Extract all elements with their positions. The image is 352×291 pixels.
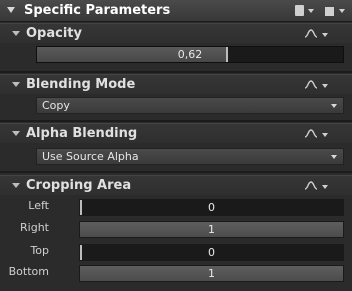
dropdown-arrow-icon[interactable] bbox=[322, 84, 328, 88]
curve-icon[interactable] bbox=[304, 79, 318, 90]
section-title: Blending Mode bbox=[26, 77, 136, 92]
crop-value: 1 bbox=[208, 267, 215, 280]
divider bbox=[0, 71, 352, 73]
crop-label: Top bbox=[30, 244, 49, 257]
panel-title: Specific Parameters bbox=[24, 3, 171, 18]
curve-icon[interactable] bbox=[304, 128, 318, 139]
section-title: Alpha Blending bbox=[26, 126, 138, 141]
alpha-blending-select[interactable]: Use Source Alpha bbox=[36, 148, 344, 165]
crop-label: Left bbox=[28, 199, 49, 212]
curve-icon[interactable] bbox=[304, 180, 318, 191]
section-title: Cropping Area bbox=[26, 178, 132, 193]
cropping-area-header[interactable]: Cropping Area bbox=[0, 175, 352, 195]
collapse-triangle-icon[interactable] bbox=[12, 31, 20, 36]
folder-icon[interactable] bbox=[325, 7, 334, 16]
opacity-header[interactable]: Opacity bbox=[0, 23, 352, 43]
crop-value: 0 bbox=[208, 246, 215, 259]
crop-row-right: Right 1 bbox=[0, 219, 352, 239]
opacity-value: 0,62 bbox=[177, 48, 203, 61]
crop-label: Bottom bbox=[8, 265, 49, 278]
collapse-triangle-icon[interactable] bbox=[12, 82, 20, 87]
alpha-blending-header[interactable]: Alpha Blending bbox=[0, 123, 352, 143]
dropdown-arrow-icon[interactable] bbox=[339, 9, 345, 13]
divider bbox=[0, 171, 352, 173]
crop-row-left: Left 0 bbox=[0, 197, 352, 217]
chevron-down-icon bbox=[331, 155, 337, 159]
collapse-triangle-icon[interactable] bbox=[12, 131, 20, 136]
collapse-triangle-icon[interactable] bbox=[12, 183, 20, 188]
section-title: Opacity bbox=[26, 26, 82, 41]
blending-mode-value: Copy bbox=[42, 99, 70, 112]
crop-value: 0 bbox=[208, 201, 215, 214]
page-icon[interactable] bbox=[295, 5, 304, 16]
dropdown-arrow-icon[interactable] bbox=[322, 133, 328, 137]
blending-mode-header[interactable]: Blending Mode bbox=[0, 74, 352, 94]
alpha-blending-value: Use Source Alpha bbox=[42, 150, 139, 163]
crop-row-bottom: Bottom 1 bbox=[0, 263, 352, 283]
crop-left-field[interactable]: 0 bbox=[79, 199, 344, 216]
crop-bottom-field[interactable]: 1 bbox=[79, 265, 344, 282]
opacity-slider[interactable]: 0,62 bbox=[36, 46, 344, 63]
crop-right-field[interactable]: 1 bbox=[79, 221, 344, 238]
divider bbox=[0, 120, 352, 122]
crop-label: Right bbox=[20, 221, 49, 234]
crop-row-top: Top 0 bbox=[0, 242, 352, 262]
collapse-triangle-icon[interactable] bbox=[7, 7, 15, 13]
dropdown-arrow-icon[interactable] bbox=[308, 9, 314, 13]
crop-value: 1 bbox=[208, 223, 215, 236]
dropdown-arrow-icon[interactable] bbox=[322, 185, 328, 189]
blending-mode-select[interactable]: Copy bbox=[36, 97, 344, 114]
chevron-down-icon bbox=[331, 104, 337, 108]
panel-header[interactable]: Specific Parameters bbox=[0, 0, 352, 22]
crop-top-field[interactable]: 0 bbox=[79, 244, 344, 261]
specific-parameters-panel: Specific Parameters Opacity 0,62 Blendin… bbox=[0, 0, 352, 291]
curve-icon[interactable] bbox=[304, 28, 318, 39]
dropdown-arrow-icon[interactable] bbox=[322, 33, 328, 37]
